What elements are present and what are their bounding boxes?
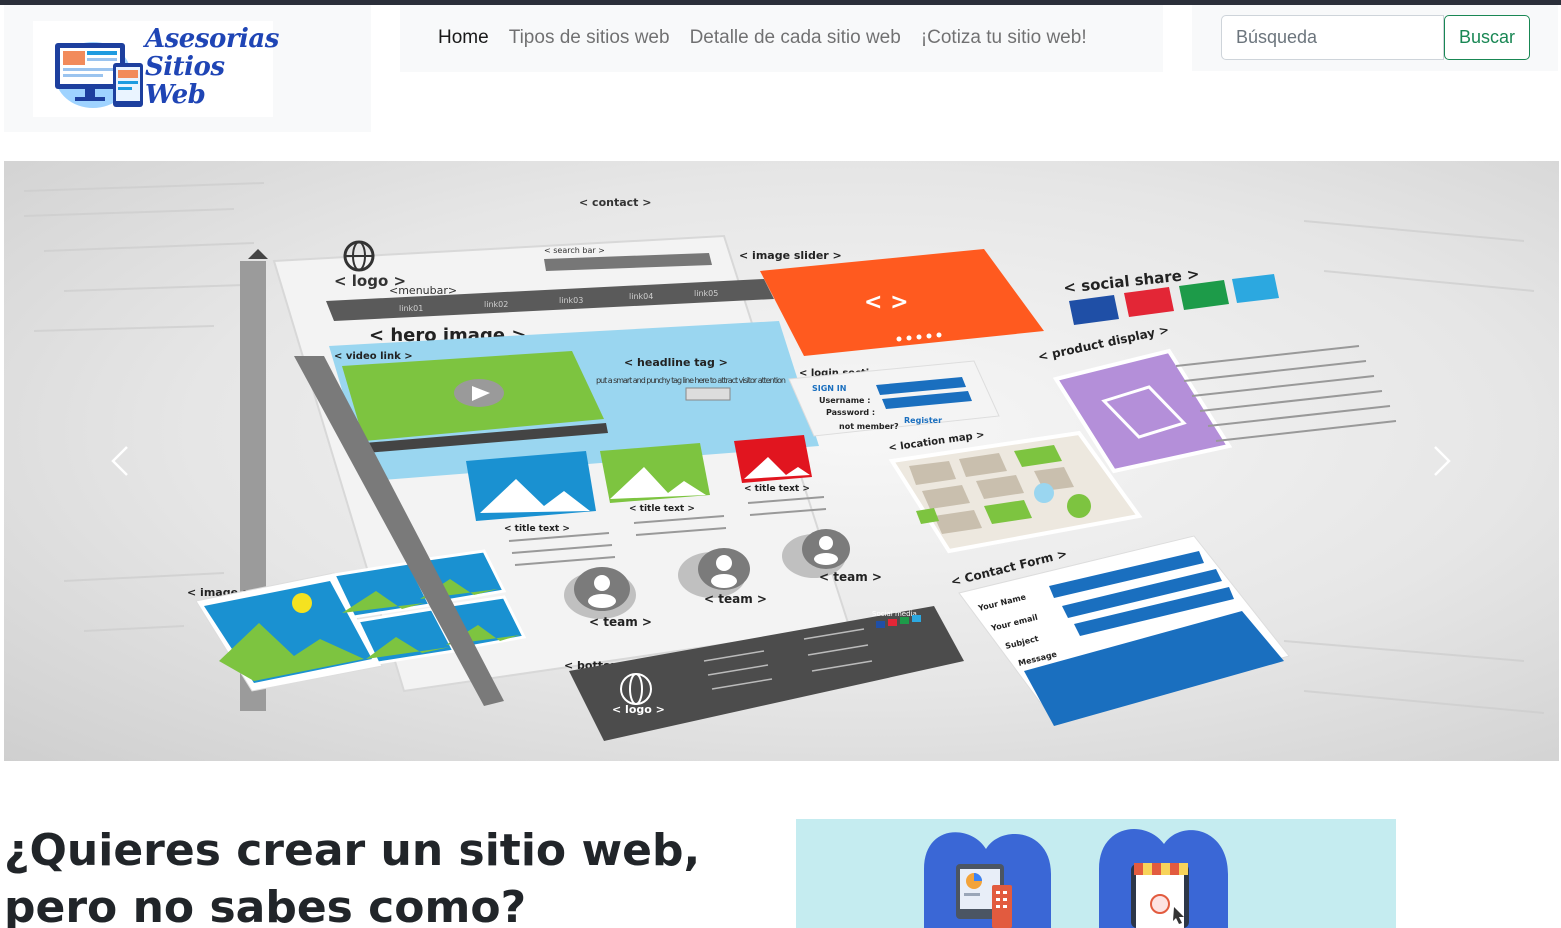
svg-text:link04: link04 [629,292,653,301]
hero-carousel: link01 link02 link03 link04 link05 < logo >… [4,161,1559,761]
brand-container: Asesorias Sitios Web [4,5,371,132]
label-title-text-1: < title text > [504,524,570,534]
label-title-text-3: < title text > [744,484,810,494]
label-team-1: < team > [589,615,652,629]
brand-line-2: Sitios [145,52,225,82]
promo-image [796,819,1396,928]
label-search-bar: < search bar > [544,246,605,255]
nav-item-tipos-sitios[interactable]: Tipos de sitios web [509,27,670,49]
nav-item-detalle-sitio[interactable]: Detalle de cada sitio web [690,27,901,49]
svg-text:link01: link01 [399,304,423,313]
label-username: Username : [819,396,870,405]
svg-text:< >: < > [864,290,909,315]
nav-menu: Home Tipos de sitios web Detalle de cada… [438,27,1107,49]
chevron-left-icon [111,446,128,476]
carousel-next-button[interactable] [1422,439,1462,483]
label-team-3: < team > [819,570,882,584]
label-social-media: Social media [872,610,917,618]
label-menubar: <menubar> [389,284,457,297]
chevron-right-icon [1434,446,1451,476]
label-team-2: < team > [704,592,767,606]
carousel-prev-button[interactable] [100,439,140,483]
search-button[interactable]: Buscar [1444,15,1530,60]
website-types-illustration [924,829,1228,928]
navbar: Home Tipos de sitios web Detalle de cada… [400,5,1163,72]
label-sign-in: SIGN IN [812,384,846,393]
brand-logo-link[interactable]: Asesorias Sitios Web [33,21,279,117]
nav-item-cotiza[interactable]: ¡Cotiza tu sitio web! [921,27,1087,49]
monitor-devices-icon [55,42,143,108]
carousel-slide-image: link01 link02 link03 link04 link05 < logo >… [23,182,1545,741]
brand-wordmark: Asesorias Sitios Web [145,25,279,109]
nav-item-home[interactable]: Home [438,27,489,49]
svg-text:link03: link03 [559,296,583,305]
label-contact: < contact > [579,196,651,209]
label-password: Password : [826,408,875,417]
label-video-link: < video link > [334,351,413,362]
label-not-member: not member? [839,422,899,431]
label-title-text-2: < title text > [629,504,695,514]
brand-line-3: Web [145,80,206,110]
label-headline-sub: put a smart and punchy tag line here to … [596,376,786,385]
label-bottom-logo: < logo > [612,703,665,716]
label-register: Register [904,416,942,425]
page-headline: ¿Quieres crear un sitio web, pero no sab… [4,825,701,928]
svg-text:link05: link05 [694,289,718,298]
search-input[interactable] [1221,15,1444,60]
search-form: Buscar [1192,5,1558,71]
svg-text:link02: link02 [484,300,508,309]
brand-line-1: Asesorias [145,24,279,54]
label-image-slider: < image slider > [739,249,842,262]
label-headline-tag: < headline tag > [624,356,728,369]
